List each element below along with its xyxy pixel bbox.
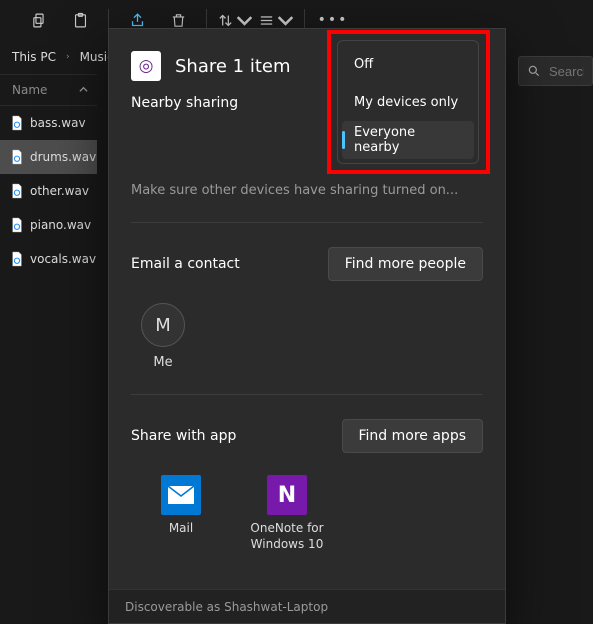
email-contact-section: Email a contact Find more people (109, 247, 505, 281)
contact-label: Me (153, 355, 172, 370)
share-title: Share 1 item (175, 56, 291, 77)
contacts-list: M Me (109, 281, 505, 370)
app-label: OneNote for Windows 10 (249, 521, 325, 552)
breadcrumb-item[interactable]: This PC (12, 50, 56, 64)
apps-list: Mail N OneNote for Windows 10 (131, 475, 483, 552)
chevron-up-icon (79, 83, 88, 97)
copy-button[interactable] (20, 4, 58, 36)
avatar: M (141, 303, 185, 347)
share-item-icon: ◎ (131, 51, 161, 81)
search-box[interactable] (518, 56, 593, 86)
nearby-sharing-hint: Make sure other devices have sharing tur… (131, 183, 483, 198)
onenote-icon: N (267, 475, 307, 515)
paste-button[interactable] (61, 4, 99, 36)
chevron-down-icon (236, 12, 253, 29)
file-name: piano.wav (30, 218, 91, 232)
nearby-option[interactable]: My devices only (342, 83, 474, 121)
nearby-option[interactable]: Everyone nearby (342, 121, 474, 159)
nearby-sharing-dropdown: OffMy devices onlyEveryone nearby (337, 40, 479, 164)
find-more-apps-button[interactable]: Find more apps (342, 419, 484, 453)
search-input[interactable] (549, 64, 584, 79)
divider (131, 222, 483, 223)
file-row[interactable]: bass.wav (0, 106, 97, 140)
file-name: drums.wav (30, 150, 96, 164)
share-app[interactable]: Mail (143, 475, 219, 552)
search-icon (527, 64, 541, 78)
file-row[interactable]: piano.wav (0, 208, 97, 242)
file-name: vocals.wav (30, 252, 96, 266)
file-name: other.wav (30, 184, 89, 198)
chevron-down-icon (277, 12, 294, 29)
file-name: bass.wav (30, 116, 86, 130)
column-header-label: Name (12, 83, 47, 97)
email-contact-title: Email a contact (131, 256, 240, 272)
chevron-right-icon: › (66, 52, 70, 62)
divider (131, 394, 483, 395)
app-label: Mail (169, 521, 193, 537)
share-app[interactable]: N OneNote for Windows 10 (249, 475, 325, 552)
share-footer: Discoverable as Shashwat-Laptop (109, 589, 505, 623)
find-more-people-button[interactable]: Find more people (328, 247, 483, 281)
contact-me[interactable]: M Me (131, 303, 195, 370)
mail-icon (168, 486, 194, 504)
file-list: bass.wav drums.wav other.wav piano.wav vocal… (0, 106, 97, 276)
nearby-option[interactable]: Off (342, 45, 474, 83)
file-row[interactable]: vocals.wav (0, 242, 97, 276)
file-row[interactable]: other.wav (0, 174, 97, 208)
file-row[interactable]: drums.wav (0, 140, 97, 174)
column-header-name[interactable]: Name (0, 74, 97, 106)
share-app-section: Share with app Find more apps (109, 419, 505, 453)
share-app-title: Share with app (131, 428, 236, 444)
